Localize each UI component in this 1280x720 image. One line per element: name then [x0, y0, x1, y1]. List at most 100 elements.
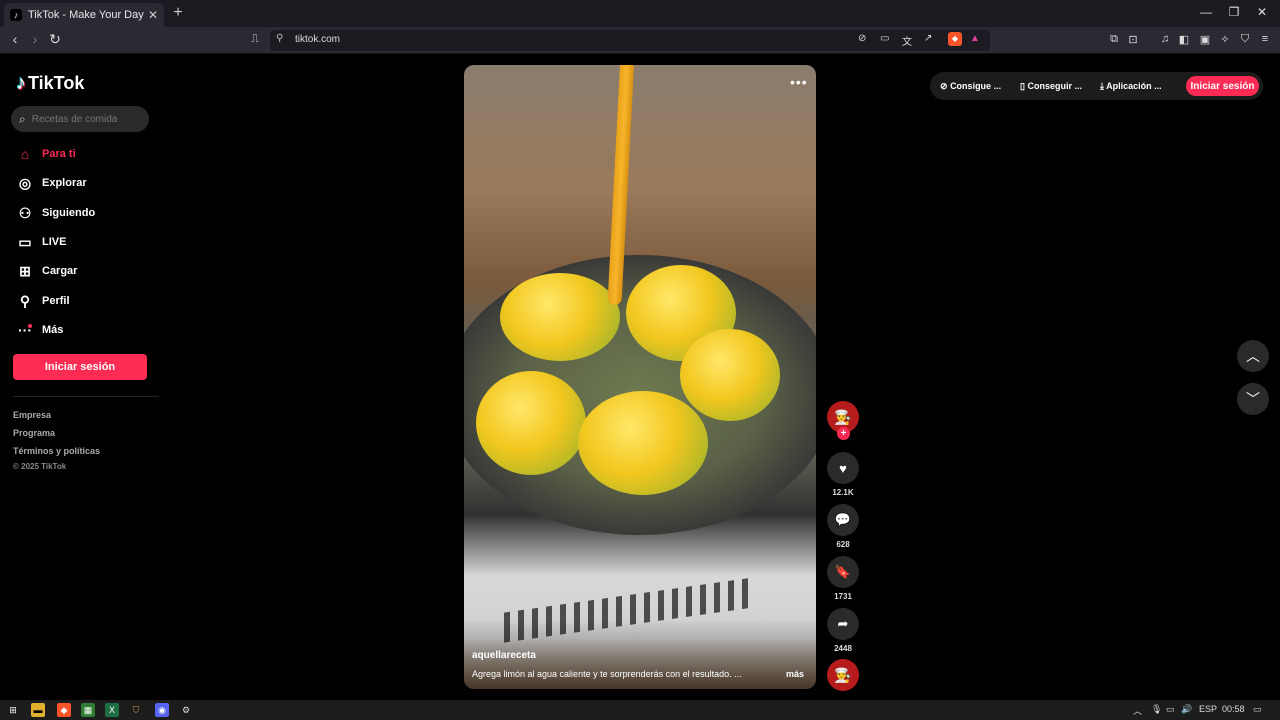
- sidebar-item-live[interactable]: ▭ LIVE: [16, 230, 66, 254]
- brave-shield-icon[interactable]: ◆: [948, 32, 962, 46]
- video-options-icon[interactable]: •••: [790, 74, 808, 90]
- next-video-button[interactable]: ﹀: [1237, 383, 1269, 415]
- new-tab-icon[interactable]: +: [170, 4, 186, 22]
- share-count: 2448: [834, 644, 852, 653]
- like-button[interactable]: ♥: [827, 452, 859, 484]
- site-info-icon[interactable]: ⚲: [276, 33, 283, 44]
- tiktok-favicon-icon: ♪: [10, 9, 22, 21]
- phone-icon: ▯: [1020, 81, 1025, 91]
- video-player[interactable]: aquellareceta Agrega limón al agua calie…: [464, 65, 816, 689]
- tiktok-logo[interactable]: ♪ TikTok: [16, 72, 84, 95]
- get-coins-button[interactable]: ⊘ Consigue ...: [940, 81, 1001, 92]
- footer-link-programa[interactable]: Programa: [13, 428, 55, 438]
- reload-icon[interactable]: ↻: [46, 31, 64, 48]
- rewards-icon[interactable]: ▲: [970, 33, 980, 44]
- chevron-down-icon: ﹀: [1246, 391, 1260, 407]
- restore-icon[interactable]: ❐: [1224, 5, 1244, 19]
- search-box[interactable]: ⌕: [11, 106, 149, 132]
- video-author[interactable]: aquellareceta: [472, 650, 536, 661]
- menu-icon[interactable]: ≡: [1257, 33, 1273, 45]
- share-button[interactable]: ➦: [827, 608, 859, 640]
- sidebar-item-mas[interactable]: ··· Más: [16, 318, 63, 342]
- search-input[interactable]: [31, 113, 132, 125]
- comment-icon: 💬: [834, 512, 852, 527]
- notifications-icon[interactable]: ▭: [1253, 704, 1262, 715]
- sidebar-item-para-ti[interactable]: ⌂ Para ti: [16, 142, 76, 166]
- top-login-button[interactable]: Iniciar sesión: [1186, 76, 1259, 96]
- previous-video-button[interactable]: ︿: [1237, 340, 1269, 372]
- back-icon[interactable]: ‹: [6, 31, 24, 47]
- lemon-graphic: [476, 371, 586, 475]
- bookmark-icon[interactable]: ⎍: [247, 33, 263, 46]
- more-dots-icon: ···: [18, 322, 32, 338]
- sidebar-divider: [13, 396, 159, 397]
- sidebar-item-siguiendo[interactable]: ⚇ Siguiendo: [16, 201, 95, 225]
- vpn-icon[interactable]: ⛉: [1237, 33, 1253, 46]
- tab-title: TikTok - Make Your Day: [28, 9, 144, 21]
- tray-chevron-icon[interactable]: ︿: [1133, 704, 1142, 717]
- desktop-app-button[interactable]: ⤓ Aplicación ...: [1100, 81, 1162, 92]
- following-icon: ⚇: [18, 204, 32, 221]
- sidebar-login-button[interactable]: Iniciar sesión: [13, 354, 147, 380]
- live-icon: ▭: [18, 233, 32, 250]
- comment-count: 628: [836, 540, 850, 549]
- lemon-graphic: [578, 391, 708, 495]
- translate-icon[interactable]: 文: [902, 33, 912, 48]
- cast-icon[interactable]: ▭: [880, 33, 889, 44]
- sidebar-item-cargar[interactable]: ⊞ Cargar: [16, 259, 77, 283]
- browser-tab[interactable]: ♪ TikTok - Make Your Day ✕: [4, 3, 164, 27]
- close-window-icon[interactable]: ✕: [1252, 5, 1272, 19]
- get-app-button[interactable]: ▯ Conseguir ...: [1020, 81, 1082, 92]
- close-tab-icon[interactable]: ✕: [148, 8, 158, 22]
- share-arrow-icon: ➦: [837, 616, 849, 631]
- footer-link-terminos[interactable]: Términos y políticas: [13, 446, 100, 456]
- windows-taskbar: ⊞ ▬ ◆ ▦ X ⛉ ◉ ⚙ ︿ 🎙 ▭ 🔊 ESP 00:58 ▭: [0, 700, 1280, 720]
- browser-toolbar: ‹ › ↻ ⎍ ⚲ tiktok.com ⊘ ▭ 文 ↗ ◆ ▲ ⧉ ⊡ ♫ ◧…: [0, 27, 1280, 54]
- sheets-icon[interactable]: ▦: [81, 703, 95, 717]
- copyright: © 2025 TikTok: [13, 462, 67, 471]
- music-disc[interactable]: 👨‍🍳: [827, 659, 859, 691]
- search-icon: ⌕: [19, 111, 26, 126]
- sidebar-item-perfil[interactable]: ⚲ Perfil: [16, 289, 70, 313]
- footer-link-empresa[interactable]: Empresa: [13, 410, 51, 420]
- tab-search-icon[interactable]: ⊡: [1125, 33, 1141, 46]
- video-caption: Agrega limón al agua caliente y te sorpr…: [472, 669, 742, 679]
- wallet-icon[interactable]: ▣: [1197, 33, 1213, 46]
- caption-more-link[interactable]: más: [786, 669, 804, 679]
- minimize-icon[interactable]: —: [1196, 5, 1216, 19]
- bookmark-icon: 🔖: [834, 564, 852, 579]
- home-icon: ⌂: [20, 146, 30, 162]
- settings-icon[interactable]: ⚙: [179, 703, 193, 717]
- clock[interactable]: 00:58: [1222, 704, 1245, 714]
- start-icon[interactable]: ⊞: [6, 703, 20, 717]
- tiktok-note-icon: ♪: [16, 72, 26, 94]
- save-button[interactable]: 🔖: [827, 556, 859, 588]
- forward-icon[interactable]: ›: [26, 31, 44, 47]
- language-indicator[interactable]: ESP: [1199, 704, 1217, 714]
- download-icon: ⤓: [1100, 81, 1104, 91]
- sidebar-item-explorar[interactable]: ◎ Explorar: [16, 171, 87, 195]
- leo-ai-icon[interactable]: ✧: [1217, 33, 1233, 46]
- extensions-icon[interactable]: ⧉: [1106, 33, 1122, 46]
- media-icon[interactable]: ♫: [1157, 33, 1173, 45]
- compass-icon: ◎: [18, 174, 32, 191]
- follow-plus-icon[interactable]: +: [837, 427, 850, 440]
- file-explorer-icon[interactable]: ▬: [31, 703, 45, 717]
- comment-button[interactable]: 💬: [827, 504, 859, 536]
- network-icon[interactable]: ▭: [1166, 704, 1175, 715]
- profile-icon: ⚲: [19, 292, 31, 309]
- excel-icon[interactable]: X: [105, 703, 119, 717]
- discord-icon[interactable]: ◉: [155, 703, 169, 717]
- address-bar[interactable]: ⚲ tiktok.com ⊘ ▭ 文 ↗ ◆ ▲: [270, 30, 990, 51]
- notification-dot: [28, 324, 32, 328]
- volume-icon[interactable]: 🔊: [1181, 704, 1192, 715]
- share-page-icon[interactable]: ↗: [924, 33, 932, 44]
- shield-app-icon[interactable]: ⛉: [129, 703, 143, 717]
- coin-icon: ⊘: [940, 81, 948, 91]
- no-tracking-icon[interactable]: ⊘: [858, 33, 866, 44]
- brand-name: TikTok: [28, 73, 85, 93]
- sidebar-icon[interactable]: ◧: [1176, 33, 1192, 46]
- upload-icon: ⊞: [19, 262, 31, 279]
- microphone-icon[interactable]: 🎙: [1151, 704, 1162, 715]
- brave-browser-icon[interactable]: ◆: [57, 703, 71, 717]
